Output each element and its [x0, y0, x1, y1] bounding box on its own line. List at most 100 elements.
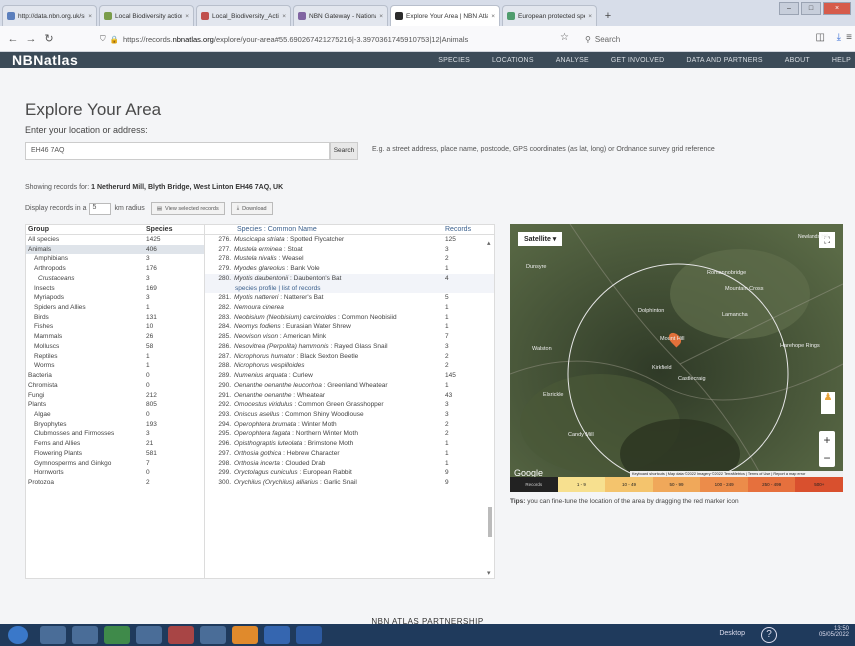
group-row[interactable]: All species 1425 — [26, 235, 204, 245]
minimize-button[interactable]: – — [779, 2, 799, 15]
species-row[interactable]: 283. Neobisium (Neobisium) carcinoides : … — [205, 313, 494, 323]
species-row[interactable]: 285. Neovison vison : American Mink 7 — [205, 332, 494, 342]
species-name-header[interactable]: Species : Common Name — [207, 226, 445, 233]
scrollbar-thumb[interactable] — [488, 507, 492, 537]
maximize-button[interactable]: □ — [801, 2, 821, 15]
group-row[interactable]: Fungi 212 — [26, 391, 204, 401]
help-icon[interactable]: ? — [761, 627, 777, 643]
group-row[interactable]: Bacteria 0 — [26, 371, 204, 381]
taskbar-outlook-icon[interactable] — [264, 626, 290, 644]
taskbar-ie-icon[interactable] — [72, 626, 98, 644]
scroll-down-icon[interactable]: ▾ — [487, 570, 491, 577]
map-type-button[interactable]: Satellite ▾ — [518, 232, 563, 246]
group-row[interactable]: Fishes 10 — [26, 322, 204, 332]
browser-tab-active[interactable]: Explore Your Area | NBN Atlas × — [390, 5, 500, 26]
species-row[interactable]: 293. Oniscus asellus : Common Shiny Woodl… — [205, 410, 494, 420]
nav-get-involved[interactable]: GET INVOLVED — [611, 57, 665, 64]
zoom-out-button[interactable]: − — [819, 449, 835, 467]
search-button[interactable]: Search — [330, 142, 358, 160]
browser-tab[interactable]: NBN Gateway - National Biodi× — [293, 5, 388, 26]
back-arrow-icon[interactable]: ← — [4, 33, 22, 45]
close-icon[interactable]: × — [379, 13, 383, 20]
taskbar-explorer-icon[interactable] — [40, 626, 66, 644]
species-row[interactable]: 300. Orychilus (Orychilus) alliarius : Ga… — [205, 478, 494, 488]
group-row[interactable]: Ferns and Allies 21 — [26, 439, 204, 449]
group-row[interactable]: Chromista 0 — [26, 381, 204, 391]
reload-icon[interactable]: ↻ — [40, 32, 58, 45]
taskbar-app-icon[interactable] — [168, 626, 194, 644]
nav-help[interactable]: HELP — [832, 57, 851, 64]
download-icon[interactable]: ⤓ — [837, 32, 841, 43]
close-icon[interactable]: × — [588, 13, 592, 20]
group-row[interactable]: Plants 805 — [26, 400, 204, 410]
group-row[interactable]: Crustaceans 3 — [26, 274, 204, 284]
taskbar-clock[interactable]: 13:50 05/05/2022 — [819, 626, 849, 638]
group-row[interactable]: Reptiles 1 — [26, 352, 204, 362]
group-row[interactable]: Worms 1 — [26, 361, 204, 371]
pegman-icon[interactable]: ♟ — [821, 392, 835, 414]
group-row[interactable]: Clubmosses and Firmosses 3 — [26, 429, 204, 439]
species-row[interactable]: 278. Mustela nivalis : Weasel 2 — [205, 254, 494, 264]
start-button[interactable] — [8, 626, 28, 644]
species-row[interactable]: 287. Nicrophorus humator : Black Sexton B… — [205, 352, 494, 362]
map-view[interactable]: Satellite ▾ ⛶ ♟ + − Dunsyre Walston Dolp… — [510, 224, 843, 492]
species-row[interactable]: 284. Neomys fodiens : Eurasian Water Shre… — [205, 322, 494, 332]
species-row[interactable]: 299. Oryctolagus cuniculus : European Rab… — [205, 468, 494, 478]
browser-tab[interactable]: http://data.nbn.org.uk/sites/r× — [2, 5, 97, 26]
group-row[interactable]: Spiders and Allies 1 — [26, 303, 204, 313]
browser-tab[interactable]: Local Biodiversity action plan |× — [99, 5, 194, 26]
group-row[interactable]: Myriapods 3 — [26, 293, 204, 303]
group-row[interactable]: Arthropods 176 — [26, 264, 204, 274]
species-row[interactable]: 280. Myotis daubentonii : Daubenton's Bat… — [205, 273, 494, 284]
download-button[interactable]: ⤓ Download — [230, 202, 273, 215]
group-row[interactable]: Birds 131 — [26, 313, 204, 323]
nav-locations[interactable]: LOCATIONS — [492, 57, 534, 64]
zoom-in-button[interactable]: + — [819, 431, 835, 449]
nav-analyse[interactable]: ANALYSE — [556, 57, 589, 64]
species-profile-link[interactable]: species profile — [235, 285, 277, 292]
close-icon[interactable]: × — [491, 13, 495, 20]
species-row[interactable]: 286. Nesovitrea (Perpolita) hammonis : Ra… — [205, 342, 494, 352]
location-input[interactable]: EH46 7AQ — [25, 142, 330, 160]
group-row[interactable]: Hornworts 0 — [26, 468, 204, 478]
site-logo[interactable]: NBNatlas — [12, 52, 78, 68]
new-tab-button[interactable]: + — [599, 5, 617, 26]
nav-data-and-partners[interactable]: DATA AND PARTNERS — [686, 57, 762, 64]
species-row[interactable]: 291. Oenanthe oenanthe : Wheatear 43 — [205, 391, 494, 401]
scrollbar[interactable]: ▴ ▾ — [487, 237, 493, 577]
group-row[interactable]: Animals 406 — [26, 244, 204, 255]
species-row[interactable]: 297. Orthosia gothica : Hebrew Character 1 — [205, 449, 494, 459]
browser-search-box[interactable]: ⚲ Search — [585, 30, 765, 48]
species-row[interactable]: 277. Mustela erminea : Stoat 3 — [205, 245, 494, 255]
group-row[interactable]: Amphibians 3 — [26, 254, 204, 264]
close-icon[interactable]: × — [185, 13, 189, 20]
group-row[interactable]: Algae 0 — [26, 410, 204, 420]
group-row[interactable]: Mammals 26 — [26, 332, 204, 342]
species-row[interactable]: 296. Opisthograptis luteolata : Brimstone… — [205, 439, 494, 449]
species-row[interactable]: 295. Operophtera fagata : Northern Winter… — [205, 429, 494, 439]
group-row[interactable]: Protozoa 2 — [26, 478, 204, 488]
group-row[interactable]: Molluscs 58 — [26, 342, 204, 352]
species-row[interactable]: 298. Orthosia incerta : Clouded Drab 1 — [205, 459, 494, 469]
group-row[interactable]: Gymnosperms and Ginkgo 7 — [26, 459, 204, 469]
scroll-up-icon[interactable]: ▴ — [487, 240, 491, 247]
address-bar[interactable]: ⛉ 🔒 https://records. nbnatlas.org/explore… — [100, 30, 530, 48]
desktop-label[interactable]: Desktop — [719, 630, 745, 637]
species-row[interactable]: 279. Myodes glareolus : Bank Vole 1 — [205, 264, 494, 274]
taskbar-excel-icon[interactable] — [104, 626, 130, 644]
species-row[interactable]: 288. Nicrophorus vespilloides 2 — [205, 361, 494, 371]
species-row[interactable]: 292. Omocestus viridulus : Common Green G… — [205, 400, 494, 410]
records-header[interactable]: Records — [445, 226, 471, 233]
taskbar-app-icon[interactable] — [136, 626, 162, 644]
nav-species[interactable]: SPECIES — [438, 57, 470, 64]
browser-tab[interactable]: Local_Biodiversity_Action_Plan_2× — [196, 5, 291, 26]
taskbar-word-icon[interactable] — [296, 626, 322, 644]
browser-tab[interactable]: European protected species | N× — [502, 5, 597, 26]
menu-icon[interactable]: ≡ — [846, 32, 852, 43]
pocket-icon[interactable]: ◫ — [816, 32, 825, 43]
nav-about[interactable]: ABOUT — [785, 57, 810, 64]
close-window-button[interactable]: × — [823, 2, 851, 15]
species-row[interactable]: 294. Operophtera brumata : Winter Moth 2 — [205, 420, 494, 430]
list-of-records-link[interactable]: list of records — [282, 285, 321, 292]
species-row[interactable]: 289. Numenius arquata : Curlew 145 — [205, 371, 494, 381]
